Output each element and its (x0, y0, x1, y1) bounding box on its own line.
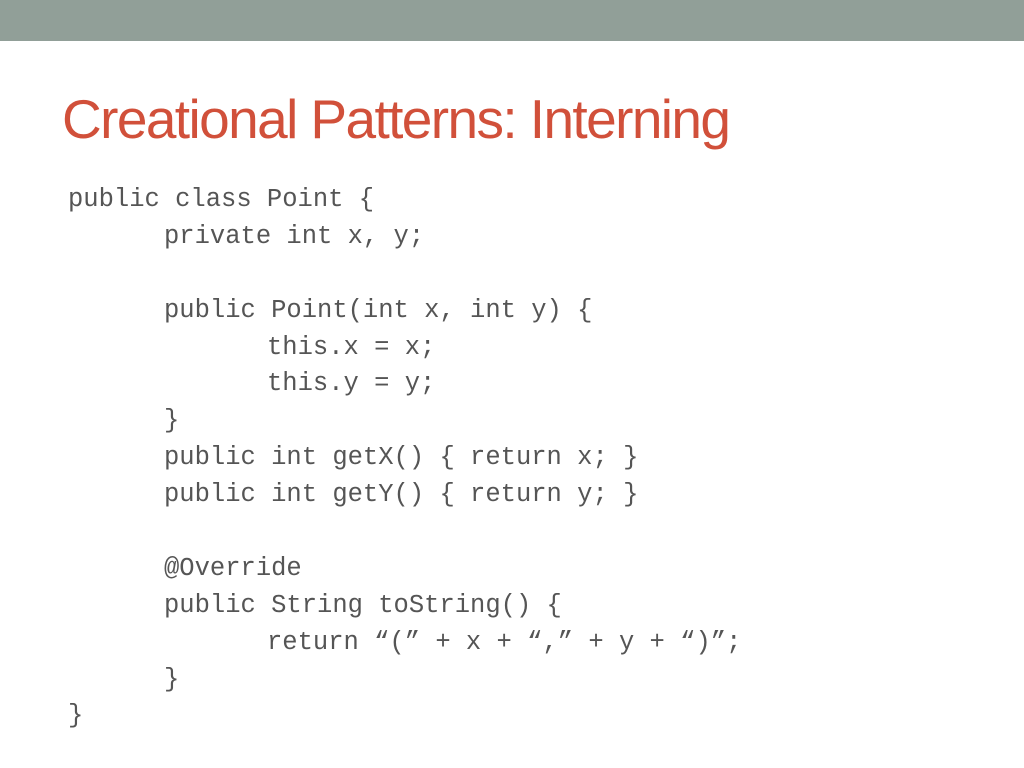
code-line: @Override (164, 553, 302, 583)
top-accent-bar (0, 0, 1024, 41)
code-line: } (164, 406, 180, 436)
code-line: public class Point { (68, 185, 375, 214)
code-line: this.y = y; (267, 369, 436, 399)
code-line: public String toString() { (164, 590, 562, 620)
code-line: public Point(int x, int y) { (164, 295, 593, 325)
code-line: } (164, 664, 180, 694)
code-block: public class Point { private int x, y; p… (68, 182, 741, 735)
code-line: this.x = x; (267, 332, 436, 362)
slide-title: Creational Patterns: Interning (62, 88, 731, 150)
code-line: } (68, 701, 84, 731)
code-line: public int getX() { return x; } (164, 443, 639, 473)
code-line: return “(” + x + “,” + y + “)”; (267, 627, 742, 657)
code-line: public int getY() { return y; } (164, 480, 639, 510)
code-line: private int x, y; (164, 221, 425, 251)
